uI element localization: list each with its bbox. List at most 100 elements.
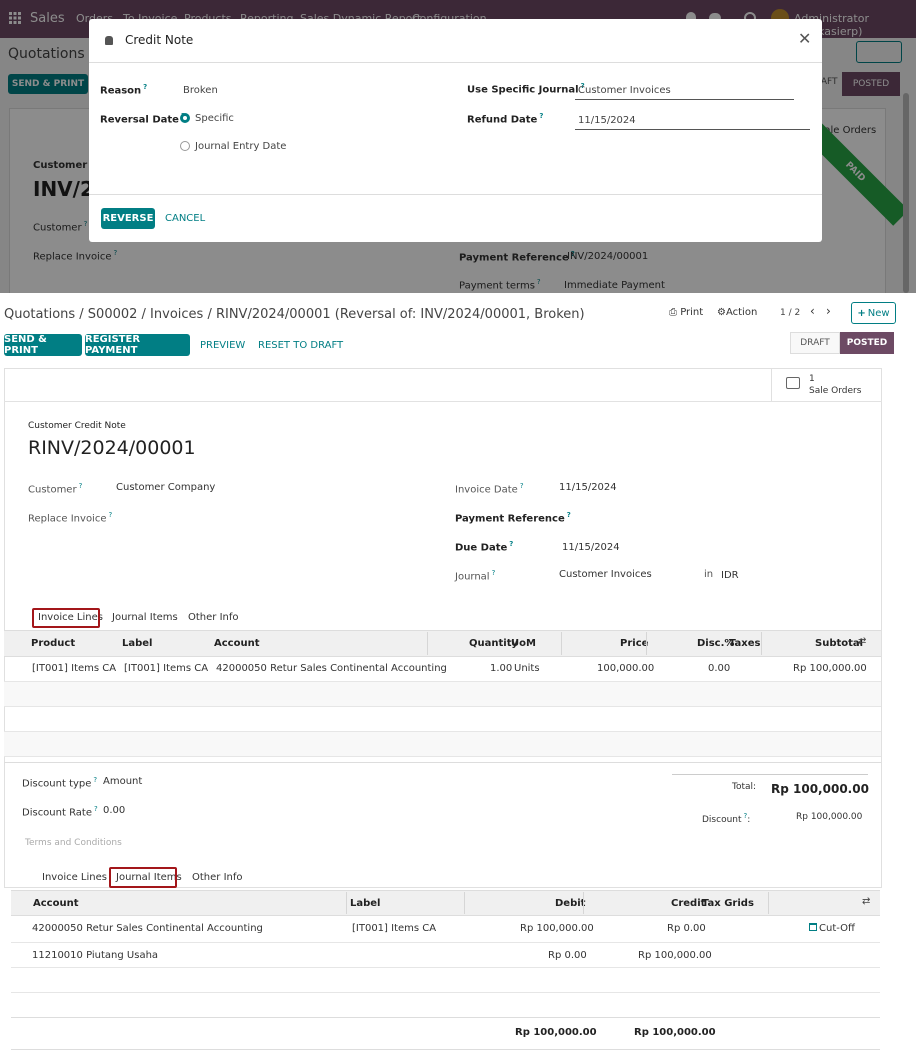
sale-orders-label: Sale Orders [809, 386, 862, 396]
table-bottom-divider [4, 762, 881, 763]
row-credit: Rp 0.00 [667, 923, 706, 934]
preview-button[interactable]: PREVIEW [200, 340, 245, 351]
table-row[interactable]: 42000050 Retur Sales Continental Account… [11, 916, 880, 943]
tab-other-info-2[interactable]: Other Info [192, 872, 243, 883]
empty-row [4, 707, 881, 732]
credit-note-modal: Credit Note ✕ Reason? Broken Reversal Da… [89, 19, 822, 242]
sale-orders-smart-button[interactable]: 1 Sale Orders [771, 369, 881, 401]
journal-label-text: Journal [455, 571, 490, 583]
row-uom: Units [514, 663, 540, 674]
refund-date-input[interactable]: 11/15/2024 [578, 115, 636, 126]
col-price[interactable]: Price [620, 638, 648, 649]
journal-select[interactable]: Customer Invoices [578, 85, 671, 96]
journal-value[interactable]: Customer Invoices [559, 569, 652, 580]
discount-value: Rp 100,000.00 [796, 812, 863, 822]
sale-orders-count: 1 [809, 374, 815, 384]
optional-columns-icon[interactable]: ⇄ [858, 636, 866, 647]
table-row[interactable]: [IT001] Items CA [IT001] Items CA 420000… [4, 657, 881, 682]
cancel-button[interactable]: CANCEL [165, 213, 205, 224]
payment-ref-label-text: Payment Reference [455, 513, 565, 525]
modal-header-divider [89, 62, 822, 63]
col-separator [427, 632, 428, 655]
col-uom[interactable]: UoM [511, 638, 536, 649]
next-icon[interactable]: › [826, 304, 831, 318]
journal-in: in [704, 569, 714, 580]
col-credit[interactable]: Credit [671, 898, 705, 909]
radio-journal-entry-date[interactable] [180, 141, 190, 151]
reason-label-text: Reason [100, 85, 142, 97]
customer-value[interactable]: Customer Company [116, 482, 215, 493]
refund-date-label: Refund Date? [467, 112, 544, 126]
row-product[interactable]: [IT001] Items CA [32, 663, 116, 674]
credit-note-dialog-screenshot: Sales Orders To Invoice Products Reporti… [0, 0, 916, 293]
modal-title: Credit Note [125, 33, 194, 47]
tab-invoice-lines-2[interactable]: Invoice Lines [42, 872, 107, 883]
register-payment-button[interactable]: REGISTER PAYMENT [85, 334, 190, 356]
currency-value[interactable]: IDR [721, 570, 739, 581]
radio-journal-entry-date-label[interactable]: Journal Entry Date [195, 141, 286, 152]
empty-row [4, 732, 881, 757]
reset-to-draft-button[interactable]: RESET TO DRAFT [258, 340, 343, 351]
stage-posted: POSTED [840, 332, 894, 354]
replace-invoice-label: Replace Invoice? [28, 511, 113, 525]
new-button[interactable]: + New [851, 302, 896, 324]
refund-date-underline [575, 129, 810, 130]
invoice-date-value[interactable]: 11/15/2024 [559, 482, 617, 493]
modal-footer-divider [89, 194, 822, 195]
stage-draft: DRAFT [790, 332, 840, 354]
empty-row [4, 682, 881, 707]
col-label[interactable]: Label [122, 638, 153, 649]
discount-label-text: Discount [702, 815, 742, 825]
table-row[interactable]: 11210010 Piutang Usaha Rp 0.00 Rp 100,00… [11, 943, 880, 968]
customer-label-text: Customer [28, 484, 77, 496]
radio-specific-label[interactable]: Specific [195, 113, 234, 124]
discount-type-value[interactable]: Amount [103, 776, 142, 787]
empty-row [11, 993, 880, 1018]
discount-rate-label: Discount Rate? [22, 805, 98, 819]
row-account: 11210010 Piutang Usaha [32, 950, 159, 961]
col-debit[interactable]: Debit [555, 898, 585, 909]
new-label: New [867, 307, 890, 319]
refund-date-label-text: Refund Date [467, 114, 538, 126]
row-disc: 0.00 [708, 663, 731, 674]
reversal-date-label-text: Reversal Date [100, 114, 179, 126]
col-separator [761, 632, 762, 655]
col-label[interactable]: Label [350, 898, 381, 909]
row-subtotal: Rp 100,000.00 [793, 663, 867, 674]
action-button[interactable]: ⚙Action [717, 307, 757, 318]
close-icon[interactable]: ✕ [798, 31, 811, 47]
col-separator [561, 632, 562, 655]
col-taxes[interactable]: Taxes [729, 638, 760, 649]
pager: 1 / 2 [780, 308, 801, 318]
row-account: 42000050 Retur Sales Continental Account… [216, 663, 447, 674]
reason-input[interactable]: Broken [183, 85, 218, 96]
row-price: 100,000.00 [597, 663, 655, 674]
due-date-value[interactable]: 11/15/2024 [562, 542, 620, 553]
empty-row [11, 968, 880, 993]
payment-ref-label: Payment Reference? [455, 511, 571, 525]
col-account[interactable]: Account [33, 898, 78, 909]
total-credit: Rp 100,000.00 [634, 1027, 716, 1038]
reverse-button[interactable]: REVERSE [101, 208, 155, 229]
print-button[interactable]: ⎙ Print [669, 307, 703, 318]
discount-type-label: Discount type? [22, 776, 98, 790]
col-product[interactable]: Product [31, 638, 75, 649]
edit-icon [786, 377, 800, 389]
prev-icon[interactable]: ‹ [810, 304, 815, 318]
journal-label-text: Use Specific Journal [467, 84, 579, 96]
tab-other-info[interactable]: Other Info [188, 612, 239, 623]
row-debit: Rp 100,000.00 [520, 923, 594, 934]
send-print-button[interactable]: SEND & PRINT [4, 334, 82, 356]
col-tax-grids[interactable]: Tax Grids [702, 898, 754, 909]
print-label: Print [680, 307, 704, 318]
radio-specific[interactable] [180, 113, 190, 123]
discount-label: Discount?: [702, 812, 751, 825]
discount-rate-value[interactable]: 0.00 [103, 805, 125, 816]
optional-columns-icon-2[interactable]: ⇄ [862, 896, 870, 907]
col-subtotal[interactable]: Subtotal [815, 638, 863, 649]
col-account[interactable]: Account [214, 638, 259, 649]
terms-and-conditions[interactable]: Terms and Conditions [25, 838, 122, 848]
tab-journal-items[interactable]: Journal Items [112, 612, 178, 623]
cut-off-button[interactable]: Cut-Off [809, 923, 855, 934]
breadcrumb[interactable]: Quotations / S00002 / Invoices / RINV/20… [4, 307, 585, 322]
